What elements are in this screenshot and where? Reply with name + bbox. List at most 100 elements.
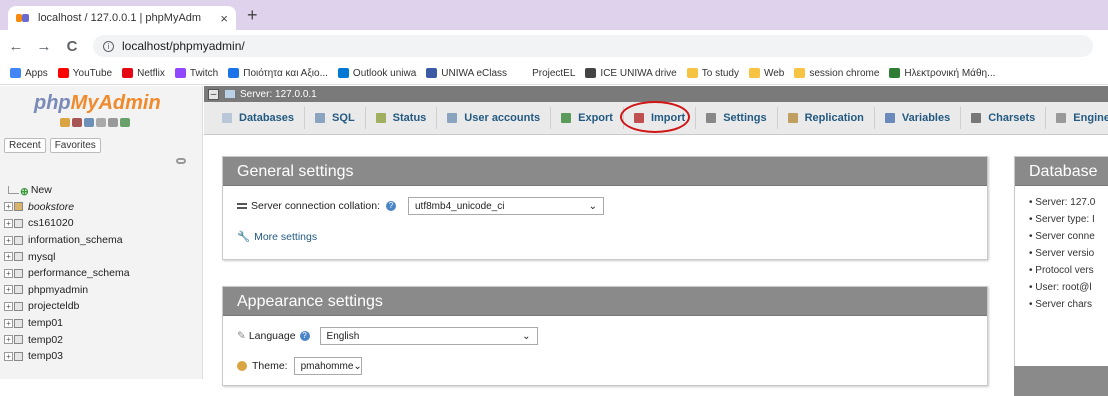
bookmark-item[interactable]: YouTube [57,68,112,79]
server-breadcrumb[interactable]: Server: 127.0.0.1 [240,89,317,100]
logout-icon[interactable] [72,118,82,127]
expand-icon[interactable]: + [4,202,13,212]
export-icon [561,113,572,123]
server-info-item: • Server: 127.0 [1029,197,1096,208]
tab-user-accounts[interactable]: User accounts [437,107,552,129]
close-tab-icon[interactable]: × [220,11,228,26]
address-bar-url: localhost/phpmyadmin/ [122,39,245,53]
address-bar[interactable]: i localhost/phpmyadmin/ [93,35,1093,57]
server-info-item: • Server conne [1029,231,1095,242]
database-tree-item[interactable]: + temp03 [4,348,200,365]
settings-icon [706,113,717,123]
bookmark-item[interactable]: To study [686,67,739,79]
bookmark-item[interactable]: Ποιότητα και Αξιο... [228,68,328,79]
help-icon[interactable]: ? [386,201,396,211]
reload-nav-icon[interactable] [120,118,130,127]
bookmark-item[interactable]: Netflix [122,68,165,79]
database-name: phpmyadmin [28,283,89,296]
bookmark-icon [426,68,438,78]
tab-label: Status [392,112,427,124]
bookmark-item[interactable]: Ηλεκτρονική Μάθη... [889,68,995,79]
database-name: temp03 [28,350,64,363]
docs-icon[interactable] [96,118,106,127]
link-icon[interactable] [176,158,186,164]
new-tab-button[interactable]: + [247,6,258,24]
bookmark-item[interactable]: UNIWA eClass [426,68,507,79]
engines-icon [1056,113,1067,123]
database-tree-item[interactable]: ⊕ New [4,182,200,199]
database-icon [14,301,23,311]
tab-sql[interactable]: SQL [305,107,366,129]
more-settings-link[interactable]: More settings [254,231,317,243]
database-icon [14,235,23,245]
collation-select[interactable]: utf8mb4_unicode_ci ⌄ [408,197,604,215]
tab-engines[interactable]: Engines [1046,107,1108,129]
database-icon [14,252,23,262]
expand-icon[interactable]: + [4,301,13,311]
tab-charsets[interactable]: Charsets [961,107,1047,129]
database-tree-item[interactable]: + phpmyadmin [4,282,200,299]
database-tree-item[interactable]: + information_schema [4,232,200,249]
theme-label: Theme: [252,360,288,372]
language-select[interactable]: English ⌄ [319,327,538,345]
database-tree-item[interactable]: + temp01 [4,315,200,332]
reload-icon[interactable]: C [60,38,84,55]
bookmark-label: session chrome [809,67,880,79]
theme-value: pmahomme [300,360,354,372]
language-icon: ✎ [237,330,246,342]
expand-icon[interactable]: + [4,285,13,295]
browser-tab[interactable]: localhost / 127.0.0.1 | phpMyAdm × [8,6,236,30]
help-icon[interactable]: ? [299,331,310,341]
home-icon[interactable] [60,118,70,127]
help-icon[interactable] [84,118,94,127]
bookmark-icon [57,68,69,78]
favorites-tab[interactable]: Favorites [49,138,101,153]
tab-databases[interactable]: Databases [212,107,306,129]
expand-icon[interactable]: + [4,235,13,245]
status-icon [375,113,386,123]
database-tree-item[interactable]: + mysql [4,248,200,265]
back-arrow-icon[interactable]: ← [4,38,28,55]
expand-icon[interactable]: + [4,252,13,262]
tab-replication[interactable]: Replication [778,107,875,129]
database-icon [14,335,23,345]
expand-icon[interactable]: + [4,268,13,278]
tab-label: Export [578,112,613,124]
database-tree-item[interactable]: + bookstore [4,199,200,216]
bookmark-item[interactable]: Twitch [174,68,218,79]
server-icon [225,90,235,98]
database-name: New [30,184,52,197]
database-tree-item[interactable]: + cs161020 [4,215,200,232]
tree-connector [8,186,19,195]
expand-icon[interactable]: + [4,218,13,228]
collapse-icon[interactable]: – [208,88,219,100]
database-tree-item[interactable]: + performance_schema [4,265,200,282]
browser-tab-title: localhost / 127.0.0.1 | phpMyAdm [38,12,202,24]
expand-icon[interactable]: + [4,351,13,361]
theme-select[interactable]: pmahomme ⌄ [293,357,362,375]
site-info-icon[interactable]: i [103,40,114,52]
recent-tab[interactable]: Recent [4,138,46,153]
database-tree-item[interactable]: + projecteldb [4,298,200,315]
bookmark-icon [10,68,21,78]
bookmark-item[interactable]: ProjectEL [517,68,575,79]
tab-export[interactable]: Export [551,107,624,129]
phpmyadmin-logo[interactable]: phpMyAdmin [34,92,161,115]
bookmark-item[interactable]: Apps [10,68,48,79]
database-name: cs161020 [28,217,74,230]
tab-settings[interactable]: Settings [696,107,778,129]
database-tree-item[interactable]: + temp02 [4,331,200,348]
collation-icon [237,203,247,209]
tab-status[interactable]: Status [366,107,438,129]
expand-icon[interactable]: + [4,318,13,328]
bookmark-item[interactable]: Outlook uniwa [337,68,416,79]
bookmark-item[interactable]: session chrome [794,68,879,79]
bookmark-label: To study [701,67,739,79]
bookmark-item[interactable]: Web [748,68,784,79]
forward-arrow-icon[interactable]: → [32,38,56,55]
expand-icon[interactable]: + [4,335,13,345]
gear-icon[interactable] [108,118,118,127]
tab-variables[interactable]: Variables [875,107,962,129]
bookmark-icon [686,68,698,78]
bookmark-item[interactable]: ICE UNIWA drive [585,68,677,79]
